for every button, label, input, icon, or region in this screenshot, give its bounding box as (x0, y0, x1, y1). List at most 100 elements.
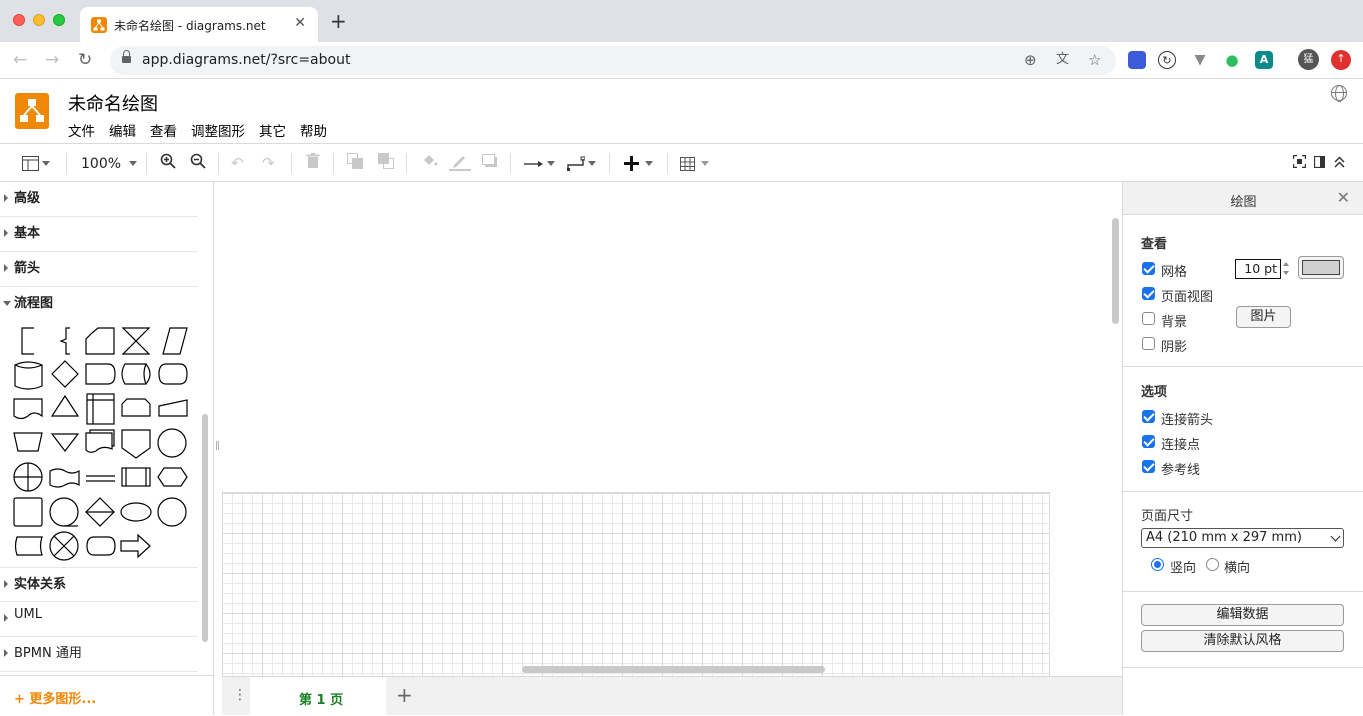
section-entity-relation[interactable]: 实体关系 (0, 567, 198, 602)
direct-data-shape[interactable] (121, 363, 151, 385)
background-image-button[interactable]: 图片 (1236, 306, 1291, 328)
terminator-shape[interactable] (86, 536, 116, 556)
insert-button[interactable] (624, 153, 653, 173)
collapse-toolbar-button[interactable] (1334, 153, 1345, 173)
line-color-button[interactable] (449, 153, 471, 173)
format-panel-toggle-button[interactable] (1313, 153, 1326, 173)
page-view-checkbox[interactable] (1142, 287, 1155, 300)
shadow-checkbox[interactable] (1142, 337, 1155, 350)
menu-arrange[interactable]: 调整图形 (191, 120, 245, 140)
start-shape[interactable] (120, 502, 152, 522)
delay-shape[interactable] (85, 363, 116, 385)
shadow-button[interactable] (482, 153, 498, 173)
on-page-reference-shape[interactable] (157, 428, 187, 458)
clear-default-style-button[interactable]: 清除默认风格 (1141, 630, 1344, 652)
sequential-data-shape[interactable] (49, 497, 79, 527)
annotation-brace-shape[interactable] (59, 327, 70, 355)
window-minimize-button[interactable] (33, 14, 45, 26)
close-icon[interactable]: ✕ (1337, 188, 1350, 207)
page-grid[interactable] (222, 492, 1050, 676)
document-title[interactable]: 未命名绘图 (68, 90, 158, 116)
section-arrows[interactable]: 箭头 (0, 252, 198, 287)
evernote-icon[interactable]: ● (1223, 51, 1241, 69)
view-panels-button[interactable] (22, 153, 50, 173)
paper-tape-shape[interactable] (49, 468, 80, 488)
redo-button[interactable]: ↷ (262, 153, 275, 173)
paper-size-select[interactable]: A4 (210 mm x 297 mm) (1141, 528, 1344, 548)
add-page-button[interactable]: + (396, 683, 413, 707)
menu-view[interactable]: 查看 (150, 120, 177, 140)
guides-checkbox[interactable] (1142, 460, 1155, 473)
browser-tab-active[interactable]: 未命名绘图 - diagrams.net ✕ (80, 7, 318, 42)
connection-points-checkbox[interactable] (1142, 435, 1155, 448)
sidebar-scrollbar[interactable] (202, 414, 208, 642)
section-uml[interactable]: UML (0, 602, 198, 637)
off-page-reference-shape[interactable] (121, 429, 151, 459)
address-bar[interactable]: app.diagrams.net/?src=about ⊕ 文 ☆ (110, 46, 1116, 75)
canvas-vertical-scrollbar[interactable] (1112, 218, 1119, 324)
new-tab-button[interactable]: + (330, 11, 347, 31)
connection-arrows-checkbox[interactable] (1142, 410, 1155, 423)
install-app-icon[interactable]: ⊕ (1024, 51, 1037, 69)
tab-close-icon[interactable]: ✕ (294, 15, 306, 31)
translate-icon[interactable]: 文 (1056, 51, 1069, 69)
to-back-button[interactable] (378, 153, 395, 173)
portrait-radio[interactable] (1151, 558, 1164, 571)
zoom-in-button[interactable] (160, 153, 176, 173)
forward-arrow-icon[interactable]: → (45, 50, 59, 70)
grid-color-button[interactable] (1298, 256, 1344, 279)
parallel-mode-shape[interactable] (86, 475, 115, 482)
section-advanced[interactable]: 高级 (0, 182, 198, 217)
grid-size-stepper[interactable] (1281, 260, 1292, 278)
loop-limit-shape[interactable] (121, 398, 151, 417)
display-shape[interactable] (158, 363, 188, 385)
edit-data-button[interactable]: 编辑数据 (1141, 604, 1344, 626)
window-maximize-button[interactable] (53, 14, 65, 26)
section-general[interactable]: 基本 (0, 217, 198, 252)
start-circle-shape[interactable] (157, 497, 187, 527)
menu-extras[interactable]: 其它 (259, 120, 286, 140)
extract-shape[interactable] (50, 394, 80, 417)
bookmark-star-icon[interactable]: ☆ (1088, 51, 1101, 69)
stored-data-shape[interactable] (14, 536, 43, 556)
delete-button[interactable] (306, 153, 320, 173)
insert-table-button[interactable] (680, 153, 709, 173)
connection-style-button[interactable] (524, 153, 555, 173)
diagram-canvas[interactable] (222, 182, 1122, 676)
grid-checkbox[interactable] (1142, 262, 1155, 275)
collate-shape[interactable] (121, 327, 151, 355)
zoom-out-button[interactable] (190, 153, 206, 173)
pages-menu-icon[interactable]: ⋮ (233, 688, 247, 702)
decision-shape[interactable] (51, 360, 79, 388)
extension-red-icon[interactable]: ↑ (1331, 50, 1351, 70)
window-close-button[interactable] (13, 14, 25, 26)
canvas-horizontal-scrollbar[interactable] (522, 666, 825, 673)
manual-operation-shape[interactable] (13, 432, 43, 452)
language-globe-icon[interactable] (1331, 85, 1347, 102)
section-bpmn[interactable]: BPMN 通用 (0, 637, 198, 672)
card-shape[interactable] (85, 327, 115, 355)
back-arrow-icon[interactable]: ← (13, 50, 27, 70)
sidebar-splitter[interactable]: || (214, 182, 222, 715)
grid-size-input[interactable]: 10 pt (1235, 259, 1281, 279)
drawio-logo-icon[interactable] (15, 93, 49, 129)
url-text[interactable]: app.diagrams.net/?src=about (142, 52, 350, 68)
waypoint-style-button[interactable] (567, 153, 596, 173)
extension-a-icon[interactable]: A (1255, 51, 1273, 69)
data-shape[interactable] (162, 327, 188, 355)
fill-color-button[interactable] (421, 153, 438, 173)
extension-sync-icon[interactable]: ↻ (1158, 51, 1176, 69)
to-front-button[interactable] (347, 153, 364, 173)
manual-input-shape[interactable] (158, 399, 188, 417)
extension-vue-icon[interactable]: ▼ (1191, 51, 1209, 69)
transfer-arrow-shape[interactable] (120, 533, 151, 559)
extension-1-icon[interactable] (1128, 51, 1146, 69)
menu-help[interactable]: 帮助 (300, 120, 327, 140)
lock-icon[interactable] (122, 50, 131, 65)
process-shape[interactable] (13, 497, 43, 527)
section-flowchart[interactable]: 流程图 (0, 287, 198, 322)
background-checkbox[interactable] (1142, 312, 1155, 325)
page-tab-1[interactable]: 第 1 页 (250, 677, 386, 716)
annotation-shape[interactable] (21, 327, 34, 355)
drag-handle-icon[interactable]: || (215, 441, 220, 451)
